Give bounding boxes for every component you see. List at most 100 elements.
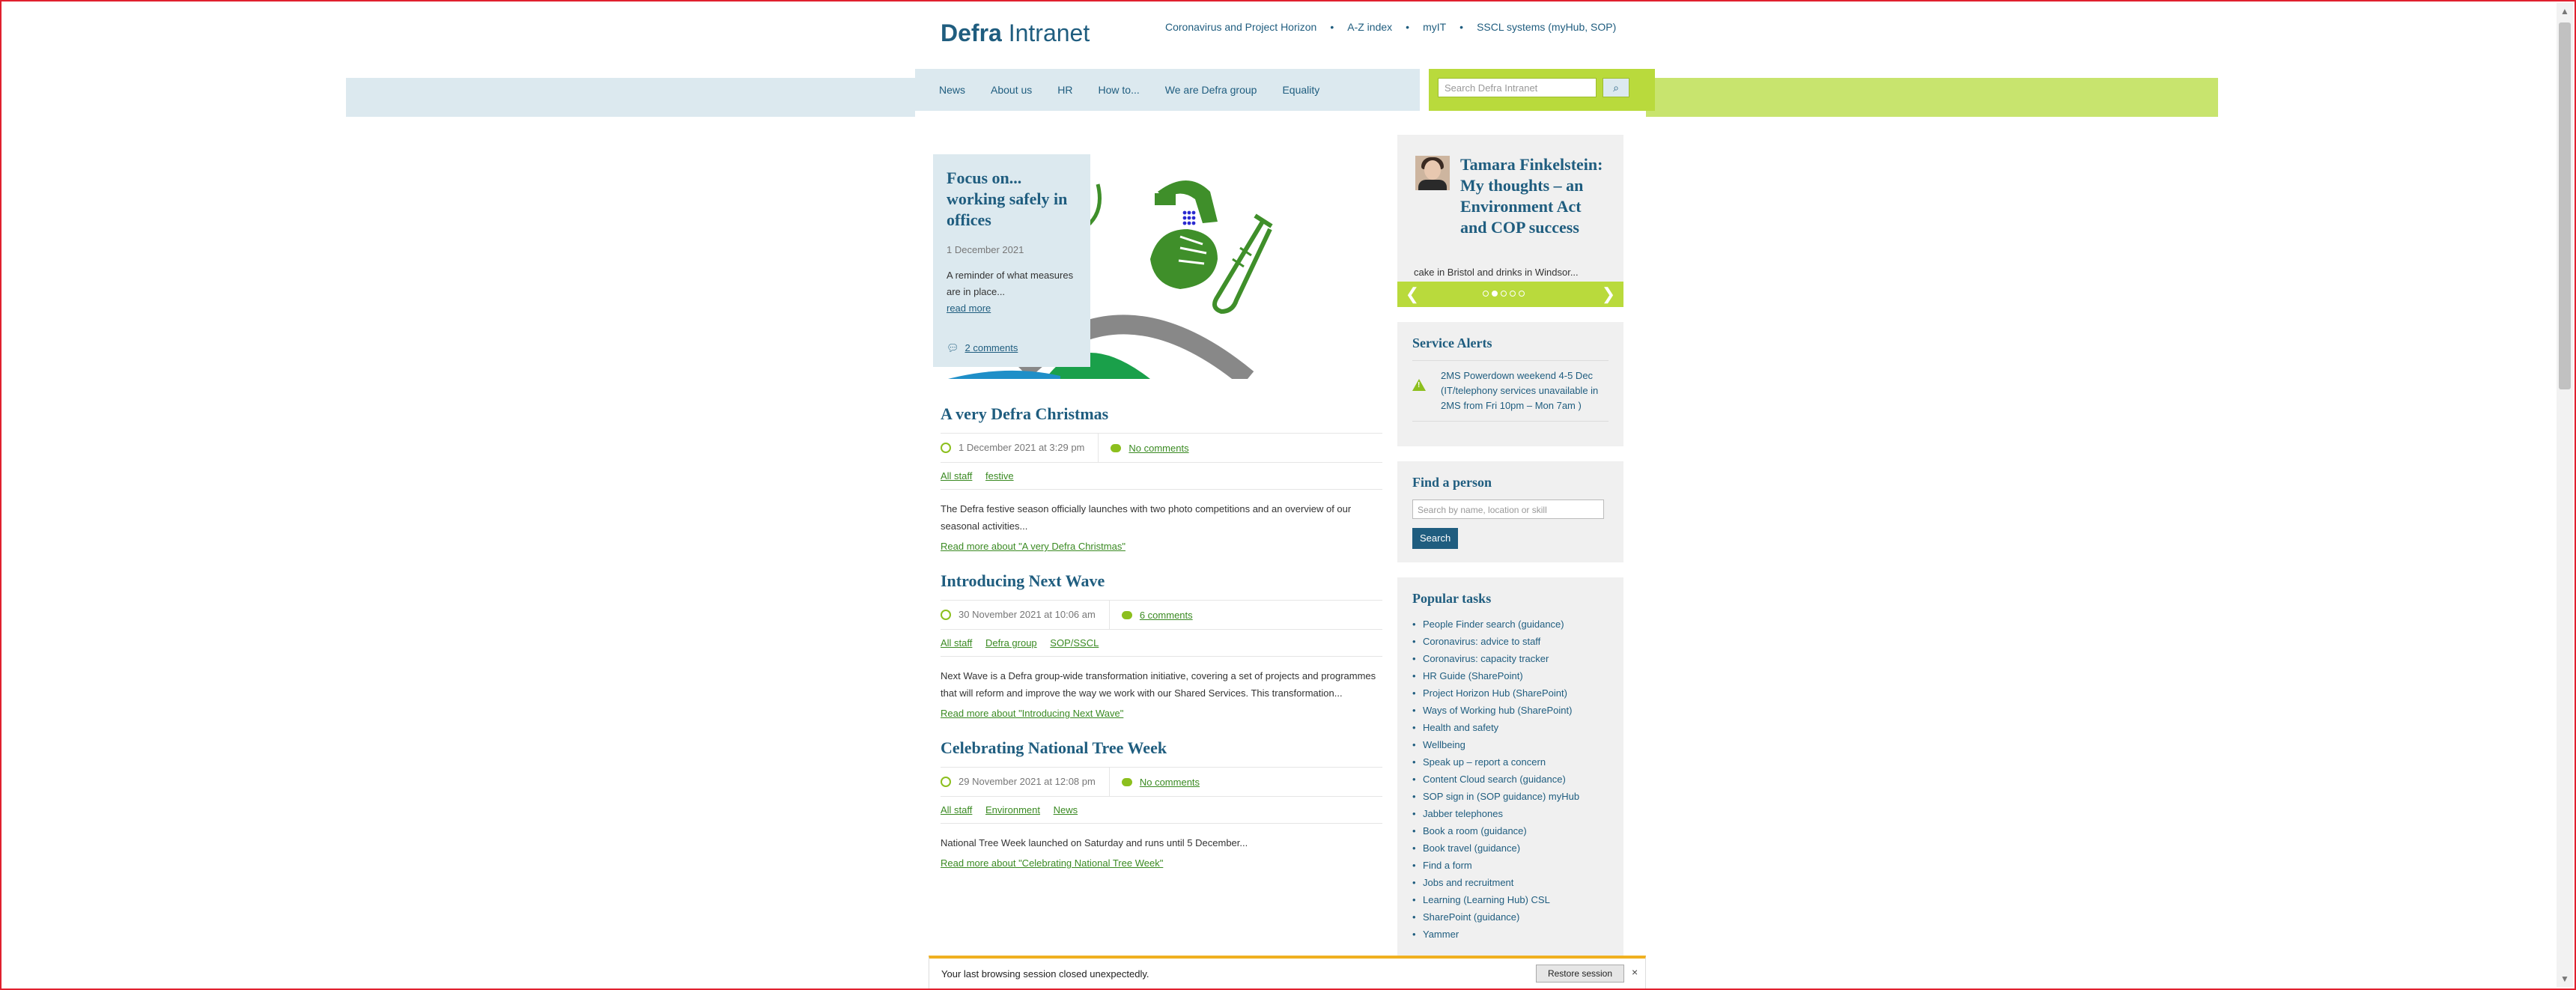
blog-carousel: Tamara Finkelstein: My thoughts – an Env… (1397, 135, 1623, 307)
separator: • (1459, 21, 1464, 33)
nav-hr[interactable]: HR (1057, 84, 1072, 96)
popular-task-link[interactable]: Find a form (1412, 857, 1609, 874)
search-input[interactable]: Search Defra Intranet (1438, 78, 1597, 97)
popular-task-link[interactable]: SOP sign in (SOP guidance) myHub (1412, 788, 1609, 805)
article-title[interactable]: A very Defra Christmas (941, 404, 1382, 424)
article-excerpt: National Tree Week launched on Saturday … (941, 837, 1248, 848)
article-tags: All staff Environment News (941, 804, 1382, 824)
article-comments[interactable]: 6 comments (1121, 610, 1193, 621)
featured-story: Focus on... working safely in offices 1 … (933, 154, 1278, 379)
tag-link[interactable]: All staff (941, 637, 972, 649)
article-comments-link[interactable]: 6 comments (1140, 610, 1193, 621)
tag-link[interactable]: All staff (941, 470, 972, 482)
find-person-input[interactable]: Search by name, location or skill (1412, 499, 1604, 519)
comment-icon (1121, 777, 1132, 786)
popular-task-link[interactable]: HR Guide (SharePoint) (1412, 667, 1609, 684)
clock-icon (941, 443, 951, 453)
popular-task-link[interactable]: Book travel (guidance) (1412, 839, 1609, 857)
nav-we-are-defra-group[interactable]: We are Defra group (1165, 84, 1257, 96)
article-excerpt: The Defra festive season officially laun… (941, 503, 1352, 532)
featured-read-more-link[interactable]: read more (947, 303, 991, 314)
clock-icon (941, 610, 951, 620)
nav-band-right (1640, 78, 2218, 117)
article-date: 29 November 2021 at 12:08 pm (941, 768, 1110, 796)
article-title[interactable]: Celebrating National Tree Week (941, 738, 1382, 758)
page-container: Defra Intranet Coronavirus and Project H… (915, 0, 1655, 990)
nav-news[interactable]: News (939, 84, 965, 96)
carousel-dot[interactable] (1492, 291, 1498, 297)
toplink-az-index[interactable]: A-Z index (1347, 21, 1392, 33)
chevron-right-icon[interactable]: ❯ (1594, 282, 1623, 307)
article-title[interactable]: Introducing Next Wave (941, 571, 1382, 591)
scroll-up-arrow-icon[interactable]: ▲ (2557, 3, 2573, 19)
article-comments-link[interactable]: No comments (1128, 443, 1188, 454)
carousel-dots (1483, 291, 1525, 297)
site-search: Search Defra Intranet ⌕ (1429, 69, 1655, 111)
article-read-more-link[interactable]: Read more about "A very Defra Christmas" (941, 541, 1382, 552)
toplink-coronavirus[interactable]: Coronavirus and Project Horizon (1165, 21, 1316, 33)
carousel-controls: ❮ ❯ (1397, 282, 1623, 307)
tag-link[interactable]: Defra group (985, 637, 1037, 649)
main-nav: News About us HR How to... We are Defra … (915, 69, 1420, 111)
top-links: Coronavirus and Project Horizon • A-Z in… (1165, 21, 1616, 33)
popular-task-link[interactable]: Wellbeing (1412, 736, 1609, 753)
article-item: Celebrating National Tree Week 29 Novemb… (941, 738, 1382, 869)
popular-task-link[interactable]: Yammer (1412, 926, 1609, 943)
article-comments[interactable]: No comments (1121, 777, 1200, 788)
featured-comments[interactable]: 💬︎ 2 comments (947, 342, 1077, 354)
tag-link[interactable]: festive (985, 470, 1014, 482)
popular-task-link[interactable]: Coronavirus: advice to staff (1412, 633, 1609, 650)
nav-equality[interactable]: Equality (1282, 84, 1319, 96)
featured-date: 1 December 2021 (947, 244, 1024, 255)
article-date-text: 30 November 2021 at 10:06 am (959, 609, 1096, 620)
popular-task-link[interactable]: Speak up – report a concern (1412, 753, 1609, 771)
featured-excerpt: A reminder of what measures are in place… (947, 267, 1077, 317)
site-logo[interactable]: Defra Intranet (941, 19, 1090, 47)
carousel-dot[interactable] (1519, 291, 1525, 297)
nav-about-us[interactable]: About us (991, 84, 1032, 96)
close-icon[interactable]: × (1632, 966, 1638, 978)
article-comments-link[interactable]: No comments (1140, 777, 1200, 788)
carousel-dot[interactable] (1501, 291, 1507, 297)
featured-title[interactable]: Focus on... working safely in offices (947, 168, 1077, 231)
tag-link[interactable]: Environment (985, 804, 1040, 816)
popular-task-link[interactable]: Jabber telephones (1412, 805, 1609, 822)
toplink-sscl[interactable]: SSCL systems (myHub, SOP) (1477, 21, 1616, 33)
scroll-thumb[interactable] (2559, 22, 2571, 389)
nav-how-to[interactable]: How to... (1099, 84, 1140, 96)
featured-text: A reminder of what measures are in place… (947, 270, 1074, 297)
popular-task-link[interactable]: Ways of Working hub (SharePoint) (1412, 702, 1609, 719)
carousel-dot[interactable] (1483, 291, 1489, 297)
chevron-left-icon[interactable]: ❮ (1397, 282, 1427, 307)
find-person-search-button[interactable]: Search (1412, 528, 1459, 549)
alert-link[interactable]: 2MS Powerdown weekend 4-5 Dec (IT/teleph… (1441, 368, 1609, 413)
toplink-myit[interactable]: myIT (1423, 21, 1446, 33)
popular-task-link[interactable]: Content Cloud search (guidance) (1412, 771, 1609, 788)
article-read-more-link[interactable]: Read more about "Introducing Next Wave" (941, 708, 1382, 719)
popular-task-link[interactable]: People Finder search (guidance) (1412, 616, 1609, 633)
article-tags: All staff Defra group SOP/SSCL (941, 637, 1382, 657)
logo-rest: Intranet (1001, 19, 1090, 46)
vertical-scrollbar[interactable]: ▲ ▼ (2557, 3, 2573, 987)
find-person-heading: Find a person (1412, 475, 1492, 490)
tag-link[interactable]: All staff (941, 804, 972, 816)
restore-session-button[interactable]: Restore session (1536, 965, 1624, 983)
popular-task-link[interactable]: Learning (Learning Hub) CSL (1412, 891, 1609, 908)
service-alerts: Service Alerts ! 2MS Powerdown weekend 4… (1397, 322, 1623, 446)
carousel-dot[interactable] (1510, 291, 1516, 297)
nav-band-left (346, 78, 923, 117)
article-comments[interactable]: No comments (1111, 443, 1189, 454)
search-button[interactable]: ⌕ (1603, 78, 1629, 97)
scroll-down-arrow-icon[interactable]: ▼ (2557, 971, 2573, 987)
popular-task-link[interactable]: Book a room (guidance) (1412, 822, 1609, 839)
popular-task-link[interactable]: Project Horizon Hub (SharePoint) (1412, 684, 1609, 702)
popular-task-link[interactable]: SharePoint (guidance) (1412, 908, 1609, 926)
tag-link[interactable]: SOP/SSCL (1050, 637, 1099, 649)
popular-task-link[interactable]: Health and safety (1412, 719, 1609, 736)
tag-link[interactable]: News (1054, 804, 1078, 816)
popular-task-link[interactable]: Jobs and recruitment (1412, 874, 1609, 891)
popular-task-link[interactable]: Coronavirus: capacity tracker (1412, 650, 1609, 667)
featured-comments-link[interactable]: 2 comments (965, 342, 1018, 353)
blog-title[interactable]: Tamara Finkelstein: My thoughts – an Env… (1460, 154, 1610, 238)
article-read-more-link[interactable]: Read more about "Celebrating National Tr… (941, 857, 1382, 869)
